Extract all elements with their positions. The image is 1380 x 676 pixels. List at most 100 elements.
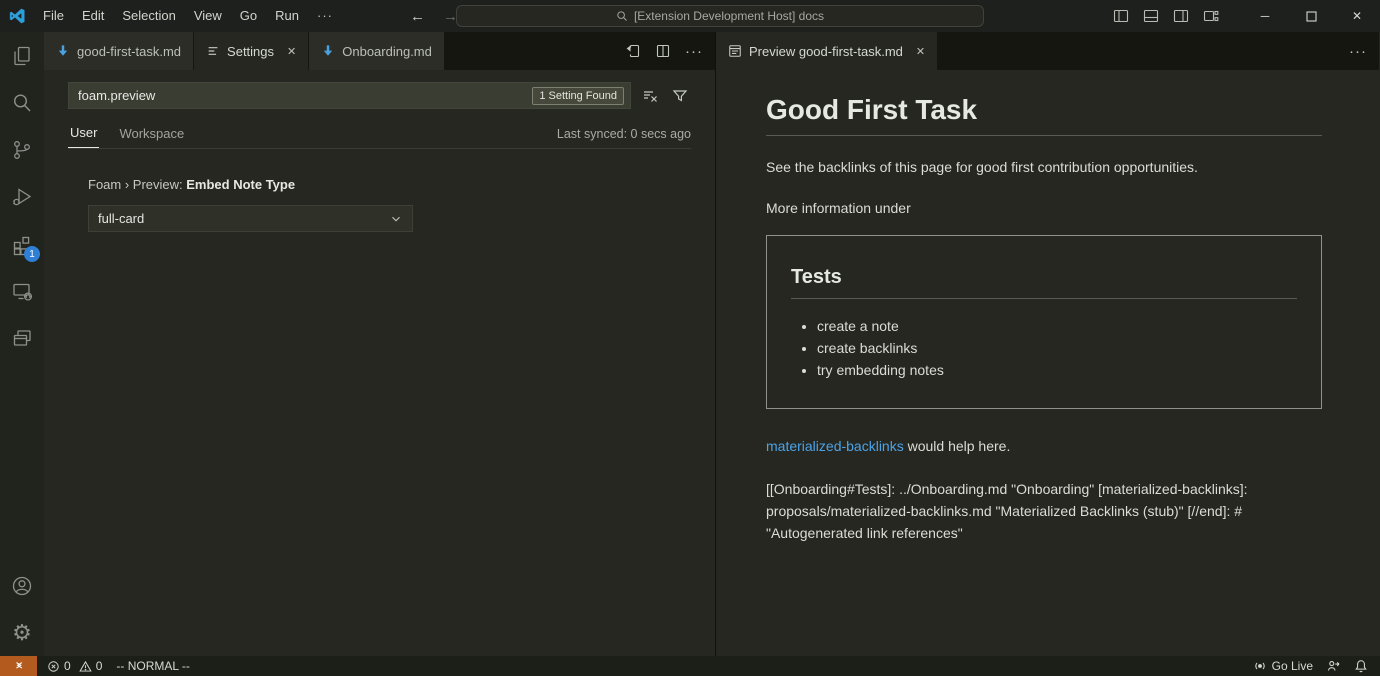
settings-editor: 1 Setting Found User Workspace Last sync… bbox=[44, 70, 715, 656]
menu-file[interactable]: File bbox=[34, 0, 73, 32]
last-synced-label: Last synced: 0 secs ago bbox=[557, 127, 691, 148]
explorer-icon[interactable] bbox=[0, 32, 44, 79]
markdown-file-icon bbox=[56, 44, 70, 58]
toggle-sidebar-icon[interactable] bbox=[1108, 3, 1134, 29]
customize-layout-icon[interactable] bbox=[1198, 3, 1224, 29]
error-icon bbox=[47, 660, 60, 673]
warning-count: 0 bbox=[96, 659, 103, 673]
list-item: create a note bbox=[817, 318, 1297, 334]
backlink-line: materialized-backlinks would help here. bbox=[766, 438, 1322, 454]
remote-indicator[interactable] bbox=[0, 656, 37, 676]
remote-explorer-icon[interactable] bbox=[0, 267, 44, 314]
maximize-button[interactable] bbox=[1288, 0, 1334, 32]
right-group-actions: ··· bbox=[1349, 32, 1379, 70]
filter-funnel-icon[interactable] bbox=[669, 85, 691, 107]
workbench: 1 ⚙ good-first-task.md bbox=[0, 32, 1380, 656]
link-references: [[Onboarding#Tests]: ../Onboarding.md "O… bbox=[766, 478, 1296, 544]
close-tab-icon[interactable]: ✕ bbox=[287, 45, 296, 58]
activity-bar: 1 ⚙ bbox=[0, 32, 44, 656]
settings-search-input[interactable] bbox=[78, 88, 532, 103]
chevron-down-icon bbox=[389, 212, 403, 226]
vscode-logo-icon bbox=[0, 7, 34, 25]
right-tabstrip: Preview good-first-task.md ✕ ··· bbox=[716, 32, 1379, 70]
editor-group-left: good-first-task.md Settings ✕ Onboarding… bbox=[44, 32, 716, 656]
notifications-bell-icon[interactable] bbox=[1354, 659, 1368, 673]
tab-label: Settings bbox=[227, 44, 274, 59]
split-editor-icon[interactable] bbox=[655, 43, 671, 59]
error-count: 0 bbox=[64, 659, 71, 673]
more-actions-icon[interactable]: ··· bbox=[685, 43, 703, 60]
go-live-label: Go Live bbox=[1272, 659, 1313, 673]
history-nav: ← → bbox=[410, 8, 458, 25]
close-tab-icon[interactable]: ✕ bbox=[916, 45, 925, 58]
extensions-badge: 1 bbox=[24, 246, 40, 262]
broadcast-icon bbox=[1253, 659, 1267, 673]
run-debug-icon[interactable] bbox=[0, 173, 44, 220]
window-controls: ─ ✕ bbox=[1242, 0, 1380, 32]
list-item: try embedding notes bbox=[817, 362, 1297, 378]
windows-view-icon[interactable] bbox=[0, 314, 44, 361]
accounts-icon[interactable] bbox=[0, 562, 44, 609]
search-view-icon[interactable] bbox=[0, 79, 44, 126]
clear-filters-icon[interactable] bbox=[639, 85, 661, 107]
menu-view[interactable]: View bbox=[185, 0, 231, 32]
list-item: create backlinks bbox=[817, 340, 1297, 356]
settings-scope-tabs: User Workspace Last synced: 0 secs ago bbox=[68, 125, 691, 149]
embed-list: create a note create backlinks try embed… bbox=[791, 318, 1297, 378]
extensions-icon[interactable]: 1 bbox=[0, 220, 44, 267]
command-center-search[interactable]: [Extension Development Host] docs bbox=[456, 5, 984, 27]
tab-preview-good-first-task[interactable]: Preview good-first-task.md ✕ bbox=[716, 32, 938, 70]
layout-controls bbox=[1108, 3, 1224, 29]
toggle-secondary-sidebar-icon[interactable] bbox=[1168, 3, 1194, 29]
toggle-panel-icon[interactable] bbox=[1138, 3, 1164, 29]
embed-title: Tests bbox=[791, 266, 1297, 299]
editor-group-right: Preview good-first-task.md ✕ ··· Good Fi… bbox=[716, 32, 1379, 656]
menu-go[interactable]: Go bbox=[231, 0, 266, 32]
settings-search-box[interactable]: 1 Setting Found bbox=[68, 82, 631, 109]
scope-user[interactable]: User bbox=[68, 125, 99, 148]
tab-label: Preview good-first-task.md bbox=[749, 44, 903, 59]
search-icon bbox=[616, 10, 628, 22]
remote-icon bbox=[12, 659, 26, 673]
menu-run[interactable]: Run bbox=[266, 0, 308, 32]
link-tail: would help here. bbox=[904, 438, 1011, 454]
titlebar-right: ─ ✕ bbox=[1108, 0, 1380, 32]
preview-more-info: More information under bbox=[766, 200, 1322, 216]
command-center-label: [Extension Development Host] docs bbox=[634, 9, 824, 23]
back-arrow-icon[interactable]: ← bbox=[410, 8, 425, 25]
embedded-note-card: Tests create a note create backlinks try… bbox=[766, 235, 1322, 409]
setting-title: Foam › Preview: Embed Note Type bbox=[88, 177, 715, 192]
tab-label: good-first-task.md bbox=[77, 44, 181, 59]
statusbar-right: Go Live bbox=[1253, 659, 1380, 673]
markdown-preview: Good First Task See the backlinks of thi… bbox=[716, 70, 1379, 656]
tab-label: Onboarding.md bbox=[342, 44, 432, 59]
tab-settings[interactable]: Settings ✕ bbox=[194, 32, 309, 70]
settings-gear-icon[interactable]: ⚙ bbox=[0, 609, 44, 656]
menubar: File Edit Selection View Go Run ··· bbox=[34, 0, 342, 32]
materialized-backlinks-link[interactable]: materialized-backlinks bbox=[766, 438, 904, 454]
more-actions-icon[interactable]: ··· bbox=[1349, 43, 1367, 60]
menu-more[interactable]: ··· bbox=[308, 0, 342, 32]
left-tabstrip: good-first-task.md Settings ✕ Onboarding… bbox=[44, 32, 715, 70]
menu-edit[interactable]: Edit bbox=[73, 0, 113, 32]
select-value: full-card bbox=[98, 211, 144, 226]
tab-good-first-task[interactable]: good-first-task.md bbox=[44, 32, 194, 70]
go-live-button[interactable]: Go Live bbox=[1253, 659, 1313, 673]
markdown-file-icon bbox=[321, 44, 335, 58]
embed-note-type-select[interactable]: full-card bbox=[88, 205, 413, 232]
warning-icon bbox=[79, 660, 92, 673]
status-bar: 0 0 -- NORMAL -- Go Live bbox=[0, 656, 1380, 676]
setting-category: Foam › Preview: bbox=[88, 177, 186, 192]
setting-embed-note-type: Foam › Preview: Embed Note Type full-car… bbox=[88, 177, 715, 232]
tab-onboarding[interactable]: Onboarding.md bbox=[309, 32, 445, 70]
open-settings-json-icon[interactable] bbox=[625, 43, 641, 59]
minimize-button[interactable]: ─ bbox=[1242, 0, 1288, 32]
scope-workspace[interactable]: Workspace bbox=[117, 126, 186, 148]
vim-mode-indicator[interactable]: -- NORMAL -- bbox=[116, 659, 190, 673]
source-control-icon[interactable] bbox=[0, 126, 44, 173]
menu-selection[interactable]: Selection bbox=[113, 0, 184, 32]
live-share-icon[interactable] bbox=[1326, 659, 1341, 673]
problems-indicator[interactable]: 0 0 bbox=[47, 659, 102, 673]
titlebar: File Edit Selection View Go Run ··· ← → … bbox=[0, 0, 1380, 32]
close-window-button[interactable]: ✕ bbox=[1334, 0, 1380, 32]
